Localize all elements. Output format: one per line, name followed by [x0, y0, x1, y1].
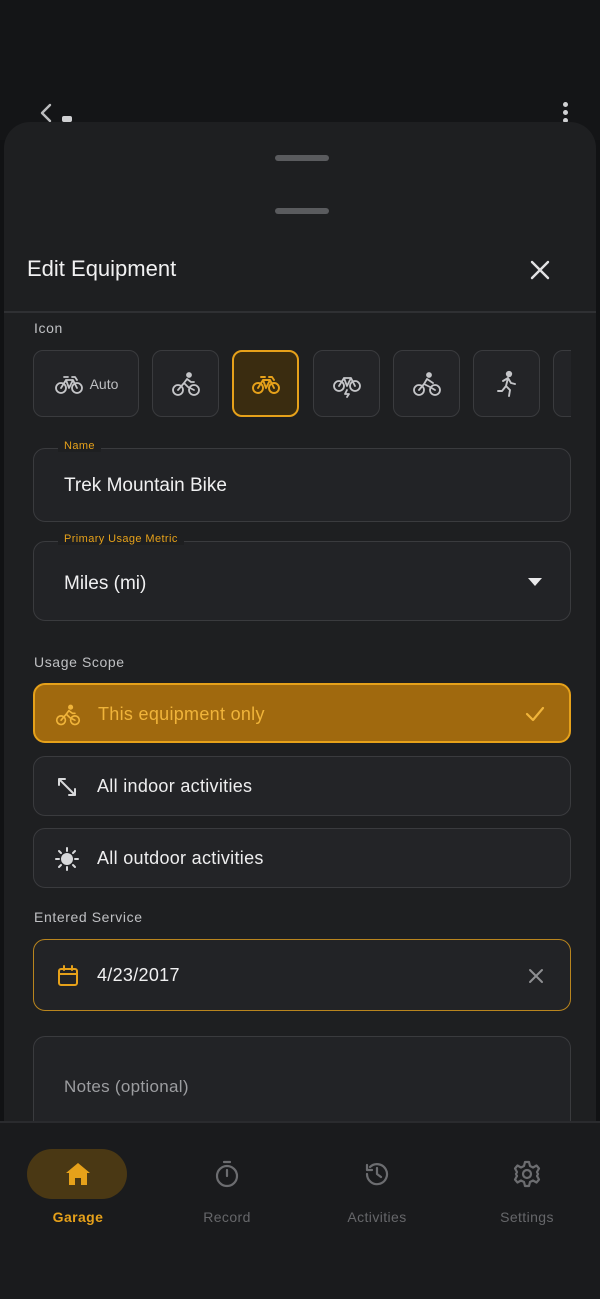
usage-metric-value: Miles (mi)	[64, 573, 147, 594]
sun-icon	[55, 847, 79, 871]
nav-item-record[interactable]: Record	[152, 1147, 302, 1227]
dropdown-arrow-icon	[528, 578, 542, 586]
cyclist-road-icon	[412, 371, 441, 396]
runner-icon	[496, 370, 516, 397]
nav-label-record: Record	[203, 1209, 251, 1225]
drag-handle-secondary[interactable]	[275, 208, 329, 214]
usage-scope-label: Usage Scope	[34, 654, 125, 670]
calendar-icon	[58, 965, 78, 986]
icon-section-label: Icon	[34, 320, 63, 336]
stopwatch-icon	[215, 1160, 239, 1188]
entered-service-date-field[interactable]: 4/23/2017	[33, 939, 571, 1011]
sheet-divider	[4, 311, 596, 313]
arrows-diagonal-icon	[58, 778, 76, 796]
scope-option-label: All outdoor activities	[97, 848, 264, 868]
bottom-navigation: Garage Record Activities Settings	[0, 1121, 600, 1299]
scope-option-label: This equipment only	[98, 704, 265, 724]
nav-label-activities: Activities	[347, 1209, 407, 1225]
notes-placeholder: Notes (optional)	[64, 1077, 189, 1096]
icon-option-runner[interactable]	[473, 350, 540, 417]
bike-icon	[251, 375, 280, 394]
usage-metric-select[interactable]: Primary Usage Metric Miles (mi)	[33, 533, 571, 621]
name-field-label: Name	[58, 440, 101, 452]
icon-option-auto-label: Auto	[89, 375, 119, 392]
icon-option-ebike[interactable]	[313, 350, 380, 417]
icon-option-cyclist[interactable]	[152, 350, 219, 417]
icon-option-auto[interactable]: Auto	[33, 350, 139, 417]
background-app-bar	[0, 0, 600, 140]
ebike-icon	[332, 376, 361, 398]
entered-service-label: Entered Service	[34, 909, 143, 925]
icon-option-bike[interactable]	[232, 350, 299, 417]
icon-picker[interactable]: Auto	[33, 350, 571, 418]
history-icon	[365, 1163, 389, 1186]
scope-option-outdoor[interactable]: All outdoor activities	[33, 828, 571, 888]
usage-metric-label: Primary Usage Metric	[58, 533, 184, 545]
scope-option-this-equipment[interactable]: This equipment only	[33, 683, 571, 743]
nav-label-garage: Garage	[52, 1209, 104, 1225]
name-field[interactable]: Name Trek Mountain Bike	[33, 440, 571, 522]
home-icon	[66, 1163, 90, 1185]
drag-handle[interactable]	[275, 155, 329, 161]
sheet-title: Edit Equipment	[27, 256, 177, 281]
gear-icon	[513, 1160, 541, 1188]
close-icon[interactable]	[526, 256, 554, 284]
nav-item-settings[interactable]: Settings	[452, 1147, 600, 1227]
nav-item-garage[interactable]: Garage	[3, 1147, 153, 1227]
entered-service-date-value: 4/23/2017	[97, 965, 180, 985]
scope-option-indoor[interactable]: All indoor activities	[33, 756, 571, 816]
name-field-value[interactable]: Trek Mountain Bike	[64, 475, 227, 497]
back-arrow-icon[interactable]	[36, 102, 58, 124]
cyclist-icon	[171, 371, 200, 396]
clear-icon[interactable]	[526, 966, 546, 986]
bike-auto-icon	[54, 375, 83, 394]
icon-option-more[interactable]	[553, 350, 571, 417]
scope-option-label: All indoor activities	[97, 776, 253, 796]
check-icon	[525, 706, 545, 722]
icon-option-cyclist-road[interactable]	[393, 350, 460, 417]
nav-item-activities[interactable]: Activities	[302, 1147, 452, 1227]
more-vert-icon[interactable]	[560, 102, 570, 124]
nav-label-settings: Settings	[500, 1209, 554, 1225]
bike-icon	[55, 704, 81, 726]
